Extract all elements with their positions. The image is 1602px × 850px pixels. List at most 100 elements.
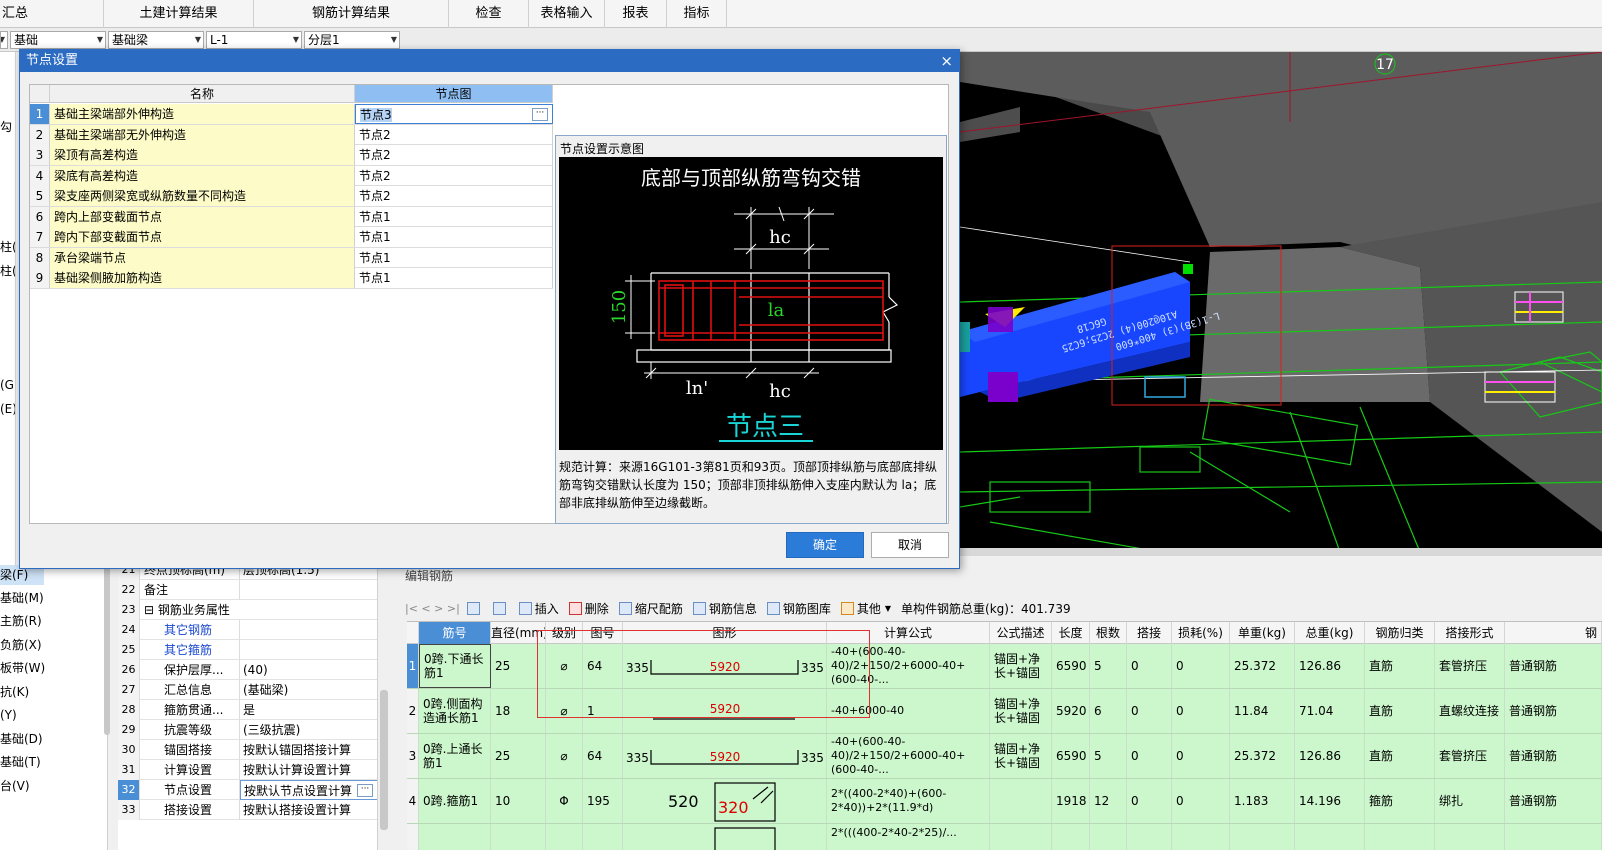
property-value[interactable]: [240, 620, 377, 640]
property-value[interactable]: 是: [240, 700, 377, 720]
menu-table-input[interactable]: 表格输入: [529, 0, 605, 28]
property-row[interactable]: 33 搭接设置 按默认搭接设置计算: [118, 800, 377, 820]
node-row[interactable]: 7 跨内下部变截面节点 节点1: [30, 227, 553, 248]
cell-shape[interactable]: [623, 824, 827, 850]
cell-formula[interactable]: -40+(600-40-40)/2+150/2+6000-40+(600-40-…: [827, 644, 990, 688]
cell-grade[interactable]: Φ: [546, 779, 583, 823]
tree-item[interactable]: 板带(W): [0, 658, 45, 678]
cell-lap[interactable]: 0: [1127, 734, 1172, 778]
menu-check[interactable]: 检查: [449, 0, 529, 28]
delete-button[interactable]: 删除: [568, 600, 609, 617]
cell-count[interactable]: 5: [1090, 644, 1127, 688]
cell-bar-name[interactable]: 0跨.箍筋1: [419, 779, 491, 823]
cell-lap[interactable]: [1127, 824, 1172, 850]
cell-grade[interactable]: ⌀: [546, 734, 583, 778]
rebar-row[interactable]: 3 0跨.上通长筋1 25 ⌀ 64 335 5920 335 -40+(600…: [407, 734, 1602, 779]
node-value[interactable]: 节点1: [355, 227, 553, 247]
cell-formula-desc[interactable]: [990, 824, 1052, 850]
ok-button[interactable]: 确定: [786, 532, 864, 558]
col-header-name[interactable]: 名称: [50, 85, 355, 103]
property-row[interactable]: 22 备注: [118, 580, 377, 600]
cell-lap[interactable]: 0: [1127, 689, 1172, 733]
property-value[interactable]: [240, 640, 377, 660]
cell-count[interactable]: [1090, 824, 1127, 850]
cell-loss[interactable]: 0: [1172, 689, 1230, 733]
col-header-node[interactable]: 节点图: [355, 85, 553, 103]
col-header[interactable]: 损耗(%): [1172, 622, 1230, 644]
cell-unit-weight[interactable]: 11.84: [1230, 689, 1295, 733]
cell-figure-no[interactable]: [583, 824, 623, 850]
cell-shape[interactable]: 335 5920 335: [623, 734, 827, 778]
cell-unit-weight[interactable]: [1230, 824, 1295, 850]
cell-bar-type[interactable]: 普通钢筋: [1505, 734, 1602, 778]
property-value[interactable]: 按默认搭接设置计算: [240, 800, 377, 820]
cell-figure-no[interactable]: 195: [583, 779, 623, 823]
col-header[interactable]: 公式描述: [990, 622, 1052, 644]
property-key[interactable]: 其它箍筋: [140, 640, 240, 660]
cell-bar-name[interactable]: [419, 824, 491, 850]
tree-item[interactable]: 基础(D): [0, 729, 43, 749]
node-value[interactable]: 节点3 ···: [355, 104, 553, 124]
cell-figure-no[interactable]: 64: [583, 644, 623, 688]
property-row-selected[interactable]: 32 节点设置 按默认节点设置计算 ···: [118, 780, 377, 800]
property-row[interactable]: 27 汇总信息 (基础梁): [118, 680, 377, 700]
cell-grade[interactable]: ⌀: [546, 689, 583, 733]
cell-formula[interactable]: -40+(600-40-40)/2+150/2+6000-40+(600-40-…: [827, 734, 990, 778]
tree-item[interactable]: 基础(M): [0, 588, 44, 608]
cell-total-weight[interactable]: 14.196: [1295, 779, 1365, 823]
cell-category[interactable]: 箍筋: [1365, 779, 1435, 823]
cell-figure-no[interactable]: 1: [583, 689, 623, 733]
cell-unit-weight[interactable]: 25.372: [1230, 734, 1295, 778]
property-row[interactable]: 29 抗震等级 (三级抗震): [118, 720, 377, 740]
cell-figure-no[interactable]: 64: [583, 734, 623, 778]
cell-category[interactable]: 直筋: [1365, 644, 1435, 688]
property-value[interactable]: (三级抗震): [240, 720, 377, 740]
node-value[interactable]: 节点1: [355, 206, 553, 227]
cell-lap-form[interactable]: 直螺纹连接: [1435, 689, 1505, 733]
row-nav-buttons[interactable]: |< < > >|: [405, 602, 460, 615]
col-header[interactable]: 搭接: [1127, 622, 1172, 644]
col-header[interactable]: 根数: [1090, 622, 1127, 644]
menu-index[interactable]: 指标: [667, 0, 727, 28]
col-header[interactable]: 筋号: [419, 622, 491, 644]
col-header[interactable]: 钢: [1505, 622, 1602, 644]
tree-item[interactable]: 台(V): [0, 776, 30, 796]
cell-loss[interactable]: 0: [1172, 644, 1230, 688]
node-value[interactable]: 节点2: [355, 186, 553, 206]
cell-category[interactable]: [1365, 824, 1435, 850]
filter-component-combo[interactable]: L-1 ▼: [206, 31, 302, 49]
tree-item[interactable]: 抗(K): [0, 682, 29, 702]
col-header[interactable]: 单重(kg): [1230, 622, 1295, 644]
cell-formula[interactable]: 2*((400-2*40)+(600-2*40))+2*(11.9*d): [827, 779, 990, 823]
cell-shape[interactable]: 5920: [623, 689, 827, 733]
cell-total-weight[interactable]: 126.86: [1295, 644, 1365, 688]
col-header[interactable]: 计算公式: [827, 622, 990, 644]
node-row[interactable]: 1 基础主梁端部外伸构造 节点3 ···: [30, 104, 553, 125]
menu-rebar-results[interactable]: 钢筋计算结果: [254, 0, 449, 28]
cell-bar-name[interactable]: 0跨.侧面构造通长筋1: [419, 689, 491, 733]
rebar-library-button[interactable]: 钢筋图库: [766, 600, 831, 617]
node-value[interactable]: 节点2: [355, 165, 553, 186]
cell-lap-form[interactable]: 套管挤压: [1435, 734, 1505, 778]
cell-diameter[interactable]: 25: [491, 644, 546, 688]
cell-length[interactable]: 6590: [1052, 734, 1090, 778]
cell-diameter[interactable]: 10: [491, 779, 546, 823]
cell-length[interactable]: 5920: [1052, 689, 1090, 733]
cell-shape[interactable]: 520 320: [623, 779, 827, 823]
cell-formula-desc[interactable]: 锚固+净长+锚固: [990, 689, 1052, 733]
filter-layer-combo[interactable]: 分层1 ▼: [304, 31, 400, 49]
cell-bar-type[interactable]: 普通钢筋: [1505, 644, 1602, 688]
menu-summary[interactable]: 汇总: [0, 0, 104, 28]
move-down-button[interactable]: [492, 601, 509, 615]
cell-diameter[interactable]: [491, 824, 546, 850]
property-value[interactable]: 按默认计算设置计算: [240, 760, 377, 780]
cell-loss[interactable]: [1172, 824, 1230, 850]
cell-length[interactable]: 6590: [1052, 644, 1090, 688]
col-header[interactable]: 图形: [623, 622, 827, 644]
property-row[interactable]: 24 其它钢筋: [118, 620, 377, 640]
cell-bar-name[interactable]: 0跨.下通长筋1: [419, 644, 491, 688]
property-value[interactable]: 按默认节点设置计算 ···: [240, 780, 377, 800]
beam-grip-handle[interactable]: [1183, 264, 1193, 274]
node-row[interactable]: 8 承台梁端节点 节点1: [30, 247, 553, 268]
tree-item[interactable]: 主筋(R): [0, 611, 42, 631]
